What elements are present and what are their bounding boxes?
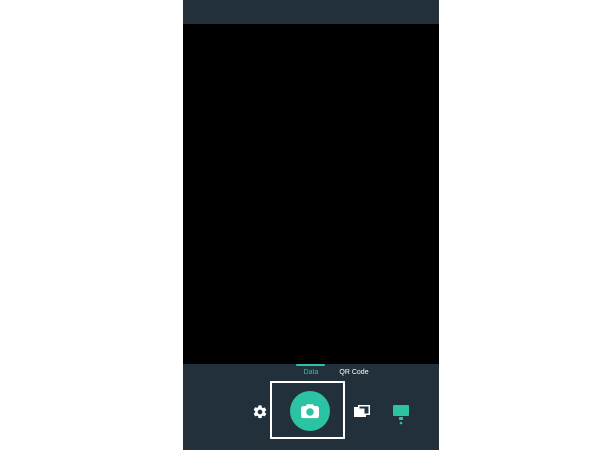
phone-screen: Data QR Code (183, 0, 439, 450)
status-bar (183, 0, 439, 24)
screen-icon (393, 405, 409, 425)
camera-viewfinder[interactable] (183, 24, 439, 364)
active-mode-indicator (296, 364, 325, 366)
shutter-button[interactable] (290, 391, 330, 431)
camera-controls-panel: Data QR Code (183, 364, 439, 450)
tab-qr-code[interactable]: QR Code (334, 368, 374, 378)
settings-button[interactable] (252, 404, 268, 420)
screen-mode-button[interactable] (392, 403, 410, 425)
camera-icon (301, 404, 319, 419)
gear-icon (253, 405, 267, 419)
gallery-button[interactable] (353, 404, 371, 420)
gallery-icon (354, 405, 370, 417)
tab-data[interactable]: Data (296, 368, 326, 378)
